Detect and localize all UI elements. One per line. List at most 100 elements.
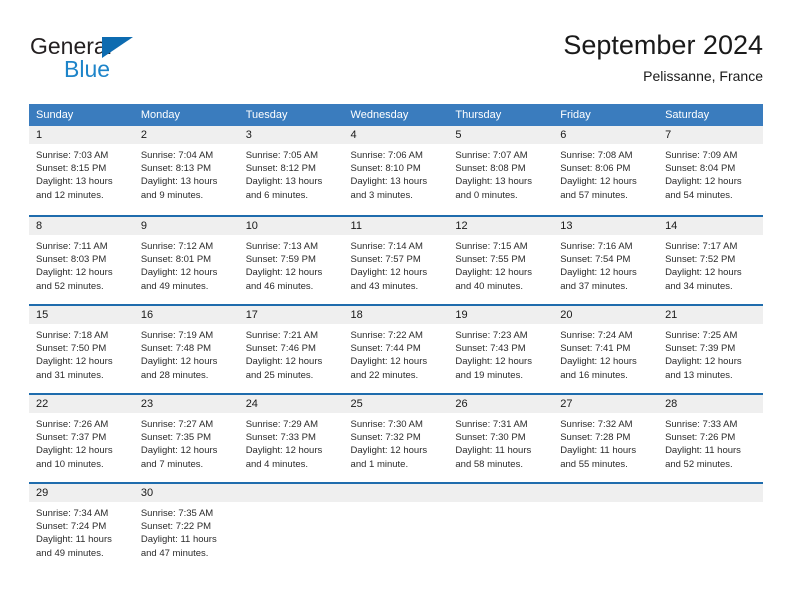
day-sunset-text: Sunset: 7:57 PM [350,254,421,266]
calendar-day-cell[interactable]: 26 Sunrise: 7:31 AM Sunset: 7:30 PM Dayligh… [448,393,554,482]
day-daylight-1-text: Daylight: 12 hours [36,445,113,457]
day-cell-body: 8 Sunrise: 7:11 AM Sunset: 8:03 PM Daylight… [29,215,134,304]
day-sunrise-text: Sunrise: 7:15 AM [455,241,528,252]
calendar-day-cell [553,482,659,571]
calendar-week-row: 22 Sunrise: 7:26 AM Sunset: 7:37 PM Dayligh… [29,393,763,482]
day-daylight-2-text: and 16 minutes. [560,369,628,381]
day-cell-body: 4 Sunrise: 7:06 AM Sunset: 8:10 PM Daylight… [343,126,449,215]
day-details: Sunrise: 7:14 AM Sunset: 7:57 PM Daylight:… [344,235,449,293]
calendar-day-cell[interactable]: 24 Sunrise: 7:29 AM Sunset: 7:33 PM Dayligh… [238,393,344,482]
calendar-day-cell[interactable]: 4 Sunrise: 7:06 AM Sunset: 8:10 PM Daylight… [343,126,449,215]
calendar-day-cell[interactable]: 16 Sunrise: 7:19 AM Sunset: 7:48 PM Dayligh… [133,304,239,393]
calendar-day-cell[interactable]: 1 Sunrise: 7:03 AM Sunset: 8:15 PM Daylight… [29,126,134,215]
day-number: 6 [553,126,659,144]
day-daylight-2-text: and 10 minutes. [36,458,104,470]
day-daylight-1-text: Daylight: 11 hours [36,534,112,546]
day-details: Sunrise: 7:06 AM Sunset: 8:10 PM Daylight:… [344,144,449,202]
calendar-day-cell[interactable]: 14 Sunrise: 7:17 AM Sunset: 7:52 PM Dayligh… [658,215,763,304]
calendar-day-cell[interactable]: 28 Sunrise: 7:33 AM Sunset: 7:26 PM Dayligh… [658,393,763,482]
day-sunrise-text: Sunrise: 7:17 AM [665,241,738,252]
day-sunset-text: Sunset: 7:32 PM [350,432,421,444]
calendar-day-cell[interactable]: 12 Sunrise: 7:15 AM Sunset: 7:55 PM Dayligh… [448,215,554,304]
day-details: Sunrise: 7:15 AM Sunset: 7:55 PM Daylight:… [448,235,553,293]
day-daylight-1-text: Daylight: 13 hours [140,176,218,188]
day-sunset-text: Sunset: 8:15 PM [36,163,107,175]
calendar-day-cell[interactable]: 15 Sunrise: 7:18 AM Sunset: 7:50 PM Dayligh… [29,304,134,393]
day-sunset-text: Sunset: 8:12 PM [245,163,316,175]
day-cell-body [343,482,449,571]
day-cell-body [553,482,659,571]
calendar-day-cell[interactable]: 30 Sunrise: 7:35 AM Sunset: 7:22 PM Dayligh… [133,482,239,571]
day-number: 15 [29,304,134,324]
day-daylight-1-text: Daylight: 12 hours [665,356,742,368]
day-cell-body: 22 Sunrise: 7:26 AM Sunset: 7:37 PM Dayligh… [29,393,134,482]
logo-triangle-icon [102,37,133,58]
day-daylight-2-text: and 40 minutes. [455,280,523,292]
weekday-header-tuesday: Tuesday [238,104,344,126]
day-number: 18 [343,304,449,324]
calendar-day-cell[interactable]: 9 Sunrise: 7:12 AM Sunset: 8:01 PM Daylight… [133,215,239,304]
calendar-day-cell[interactable]: 23 Sunrise: 7:27 AM Sunset: 7:35 PM Dayligh… [133,393,239,482]
day-details: Sunrise: 7:17 AM Sunset: 7:52 PM Daylight:… [658,235,763,293]
day-number: 19 [448,304,554,324]
day-details: Sunrise: 7:26 AM Sunset: 7:37 PM Daylight:… [29,413,134,471]
calendar-week-row: 29 Sunrise: 7:34 AM Sunset: 7:24 PM Dayligh… [29,482,763,571]
calendar-day-cell[interactable]: 19 Sunrise: 7:23 AM Sunset: 7:43 PM Dayligh… [448,304,554,393]
calendar-day-cell[interactable]: 27 Sunrise: 7:32 AM Sunset: 7:28 PM Dayligh… [553,393,659,482]
day-details: Sunrise: 7:30 AM Sunset: 7:32 PM Daylight:… [344,413,449,471]
day-sunrise-text: Sunrise: 7:29 AM [245,419,319,430]
calendar-day-cell[interactable]: 17 Sunrise: 7:21 AM Sunset: 7:46 PM Dayligh… [238,304,344,393]
day-sunset-text: Sunset: 7:50 PM [36,343,107,355]
general-blue-logo[interactable]: General Blue [30,33,230,88]
calendar-day-cell[interactable]: 2 Sunrise: 7:04 AM Sunset: 8:13 PM Daylight… [133,126,239,215]
day-sunset-text: Sunset: 7:59 PM [245,254,316,266]
day-daylight-2-text: and 12 minutes. [36,189,104,201]
weekday-header-row: Sunday Monday Tuesday Wednesday Thursday… [29,104,763,126]
calendar-day-cell[interactable]: 8 Sunrise: 7:11 AM Sunset: 8:03 PM Daylight… [29,215,134,304]
day-daylight-2-text: and 28 minutes. [140,369,209,381]
day-sunrise-text: Sunrise: 7:23 AM [455,330,528,341]
day-sunset-text: Sunset: 8:08 PM [455,163,526,175]
calendar-day-cell[interactable]: 18 Sunrise: 7:22 AM Sunset: 7:44 PM Dayligh… [343,304,449,393]
weekday-header-monday: Monday [133,104,239,126]
day-number: 10 [238,215,344,235]
calendar-day-cell[interactable]: 25 Sunrise: 7:30 AM Sunset: 7:32 PM Dayligh… [343,393,449,482]
weekday-header-friday: Friday [553,104,659,126]
day-sunset-text: Sunset: 7:52 PM [665,254,736,266]
day-number: 2 [133,126,239,144]
day-cell-body: 6 Sunrise: 7:08 AM Sunset: 8:06 PM Daylight… [553,126,659,215]
calendar-day-cell [238,482,344,571]
day-cell-body: 15 Sunrise: 7:18 AM Sunset: 7:50 PM Dayligh… [29,304,134,393]
calendar-day-cell[interactable]: 10 Sunrise: 7:13 AM Sunset: 7:59 PM Dayligh… [238,215,344,304]
day-number: 23 [133,393,239,413]
day-details: Sunrise: 7:31 AM Sunset: 7:30 PM Daylight:… [448,413,553,471]
day-details: Sunrise: 7:16 AM Sunset: 7:54 PM Daylight:… [553,235,658,293]
calendar-day-cell[interactable]: 6 Sunrise: 7:08 AM Sunset: 8:06 PM Daylight… [553,126,659,215]
day-daylight-2-text: and 1 minute. [350,458,409,470]
day-details: Sunrise: 7:34 AM Sunset: 7:24 PM Daylight:… [29,502,134,560]
day-sunrise-text: Sunrise: 7:34 AM [36,508,109,519]
day-sunrise-text: Sunrise: 7:32 AM [560,419,633,430]
calendar-day-cell[interactable]: 29 Sunrise: 7:34 AM Sunset: 7:24 PM Dayligh… [29,482,134,571]
calendar-day-cell[interactable]: 13 Sunrise: 7:16 AM Sunset: 7:54 PM Dayligh… [553,215,659,304]
day-daylight-2-text: and 43 minutes. [350,280,419,292]
calendar-day-cell[interactable]: 7 Sunrise: 7:09 AM Sunset: 8:04 PM Daylight… [658,126,763,215]
day-cell-body: 5 Sunrise: 7:07 AM Sunset: 8:08 PM Daylight… [448,126,554,215]
calendar-day-cell[interactable]: 5 Sunrise: 7:07 AM Sunset: 8:08 PM Daylight… [448,126,554,215]
day-sunrise-text: Sunrise: 7:11 AM [36,241,108,252]
day-number: 16 [133,304,239,324]
calendar-day-cell[interactable]: 20 Sunrise: 7:24 AM Sunset: 7:41 PM Dayligh… [553,304,659,393]
calendar-day-cell[interactable]: 22 Sunrise: 7:26 AM Sunset: 7:37 PM Dayligh… [29,393,134,482]
day-number [448,482,554,502]
calendar-day-cell[interactable]: 21 Sunrise: 7:25 AM Sunset: 7:39 PM Dayligh… [658,304,763,393]
day-number [343,482,449,502]
day-cell-body: 10 Sunrise: 7:13 AM Sunset: 7:59 PM Dayligh… [238,215,344,304]
day-details: Sunrise: 7:08 AM Sunset: 8:06 PM Daylight:… [553,144,658,202]
calendar-day-cell[interactable]: 3 Sunrise: 7:05 AM Sunset: 8:12 PM Daylight… [238,126,344,215]
day-sunset-text: Sunset: 7:44 PM [350,343,421,355]
day-sunset-text: Sunset: 7:54 PM [560,254,631,266]
day-daylight-1-text: Daylight: 12 hours [140,267,218,279]
calendar-day-cell[interactable]: 11 Sunrise: 7:14 AM Sunset: 7:57 PM Dayligh… [343,215,449,304]
day-daylight-1-text: Daylight: 12 hours [455,356,532,368]
calendar-week-row: 1 Sunrise: 7:03 AM Sunset: 8:15 PM Daylight… [29,126,763,215]
